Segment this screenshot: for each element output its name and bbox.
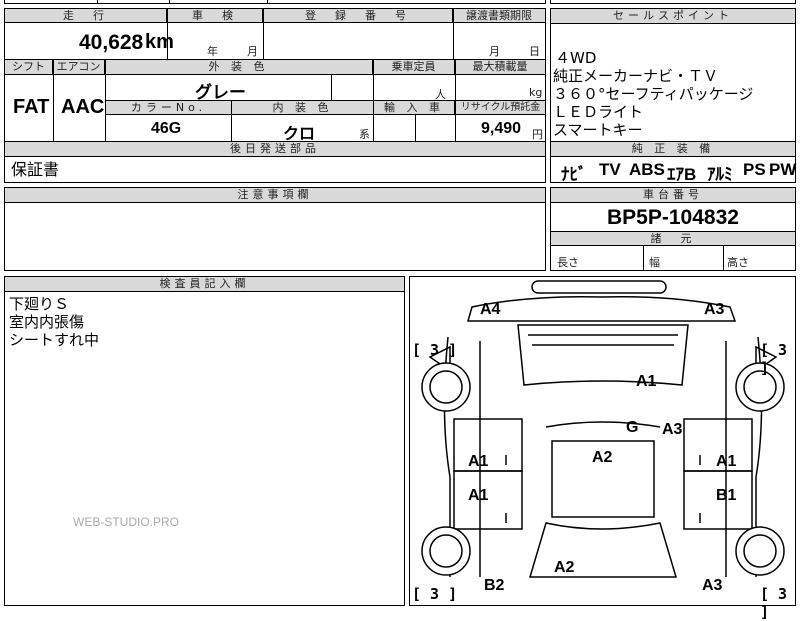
- damage-mark: A3: [704, 301, 725, 318]
- inspector-line: 下廻りＳ: [9, 295, 70, 313]
- equipment-item: PS: [743, 160, 766, 179]
- inspection-header: 車 検: [167, 9, 263, 23]
- sales-points-header: セールスポイント: [551, 9, 795, 24]
- shift-header: シフト: [5, 60, 53, 75]
- damage-mark: A3: [702, 577, 723, 594]
- dimensions-header: 諸 元: [551, 232, 795, 246]
- interior-color-suffix: 系: [359, 128, 370, 141]
- dimension-width: 幅: [649, 256, 660, 269]
- damage-mark: G: [626, 419, 639, 436]
- equipment-item: TV: [599, 160, 621, 179]
- later-parts-header: 後日発送部品: [5, 142, 545, 157]
- notes-box: 注意事項欄: [4, 187, 546, 271]
- equipment-item: ABS: [629, 160, 665, 179]
- dimension-height: 高さ: [727, 256, 749, 269]
- sales-points-box: セールスポイント ４WD 純正メーカーナビ・ＴＶ ３６０°セーフティパッケージ …: [550, 8, 796, 142]
- ac-value: AAC: [61, 96, 105, 118]
- sales-point-line: ３６０°セーフティパッケージ: [553, 85, 754, 103]
- later-parts-value: 保証書: [11, 160, 60, 179]
- equipment-item: ｴｱB: [667, 165, 697, 184]
- equipment-item: PW: [769, 160, 797, 179]
- sales-point-line: 純正メーカーナビ・ＴＶ: [553, 67, 719, 85]
- equipment-box: 純 正 装 備 ﾅﾋﾞ TV ABS ｴｱB ｱﾙﾐ PS PW: [550, 141, 797, 184]
- damage-mark: A1: [636, 373, 657, 390]
- car-diagram: [421, 280, 785, 578]
- color-no-value: 46G: [151, 120, 182, 137]
- transfer-deadline-header: 譲渡書類期限: [453, 9, 545, 23]
- registration-header: 登 録 番 号: [263, 9, 453, 23]
- mileage-header: 走 行: [5, 9, 167, 23]
- tire-depth-front-right: [ 3 ]: [760, 341, 788, 377]
- dimension-length: 長さ: [557, 256, 579, 269]
- chassis-value: BP5P-104832: [607, 206, 739, 229]
- notes-header: 注意事項欄: [5, 188, 545, 203]
- inspector-line: 室内内張傷: [9, 313, 85, 331]
- sales-point-line: スマートキー: [553, 121, 643, 139]
- damage-mark: A3: [662, 421, 683, 438]
- equipment-item: ｱﾙﾐ: [707, 165, 733, 184]
- inspection-year: 年: [207, 45, 218, 58]
- equipment-header: 純 正 装 備: [551, 142, 795, 157]
- inspection-month: 月: [247, 45, 258, 58]
- import-car-header: 輸 入 車: [374, 101, 455, 115]
- color-no-header: カラーNo.: [106, 101, 231, 115]
- damage-mark: A4: [480, 301, 501, 318]
- tire-depth-rear-left: [ 3 ]: [412, 585, 458, 603]
- sales-point-line: ４WD: [555, 49, 597, 67]
- inspector-line: シートすれ中: [9, 331, 100, 349]
- mileage-unit: km: [145, 31, 174, 53]
- transfer-month: 月: [489, 45, 500, 58]
- recycle-deposit-unit: 円: [532, 128, 543, 141]
- sales-point-line: ＬＥＤライト: [553, 103, 644, 121]
- damage-mark: B1: [716, 487, 737, 504]
- damage-mark: A1: [468, 487, 489, 504]
- inspector-header: 検査員記入欄: [5, 277, 404, 292]
- later-parts-box: 後日発送部品 保証書: [4, 141, 546, 183]
- row1-table: 走 行 車 検 登 録 番 号 譲渡書類期限 40,628 km 年 月 月 日: [4, 8, 546, 60]
- exterior-color-value: グレー: [195, 83, 246, 102]
- exterior-color-header: 外 装 色: [105, 60, 373, 75]
- capacity-header: 乗車定員: [373, 60, 455, 75]
- interior-color-header: 内 装 色: [232, 101, 373, 115]
- max-load-header: 最大積載量: [455, 60, 545, 75]
- watermark: WEB-STUDIO.PRO: [73, 515, 180, 529]
- equipment-item: ﾅﾋﾞ: [561, 165, 587, 184]
- car-diagram-box: [ 3 ] [ 3 ] [ 3 ] [ 3 ] A4 A3 A1 G A3 A2…: [409, 276, 796, 621]
- damage-mark: A2: [554, 559, 575, 576]
- mileage-value: 40,628: [79, 31, 144, 54]
- top-strip: [4, 0, 546, 4]
- chassis-header: 車台番号: [551, 188, 795, 203]
- recycle-deposit-value: 9,490: [481, 120, 522, 137]
- row2-table: シフト エアコン 外 装 色 乗車定員 最大積載量 カラーNo. 内 装 色 輸…: [4, 59, 546, 143]
- damage-mark: B2: [484, 577, 505, 594]
- tire-depth-front-left: [ 3 ]: [412, 341, 458, 359]
- shift-value: FAT: [13, 96, 50, 118]
- tire-depth-rear-right: [ 3 ]: [760, 585, 788, 621]
- damage-mark: A2: [592, 449, 613, 466]
- ac-header: エアコン: [53, 60, 105, 75]
- chassis-box: 車台番号 BP5P-104832 諸 元 長さ 幅 高さ: [550, 187, 796, 271]
- recycle-deposit-header: リサイクル預託金: [456, 101, 545, 115]
- transfer-day: 日: [529, 45, 540, 58]
- inspector-box: 検査員記入欄 下廻りＳ 室内内張傷 シートすれ中 WEB-STUDIO.PRO: [4, 276, 405, 606]
- damage-mark: A1: [468, 453, 489, 470]
- damage-mark: A1: [716, 453, 737, 470]
- capacity-unit: 人: [435, 88, 446, 101]
- max-load-unit: kg: [529, 86, 543, 99]
- top-strip-right: [550, 0, 796, 4]
